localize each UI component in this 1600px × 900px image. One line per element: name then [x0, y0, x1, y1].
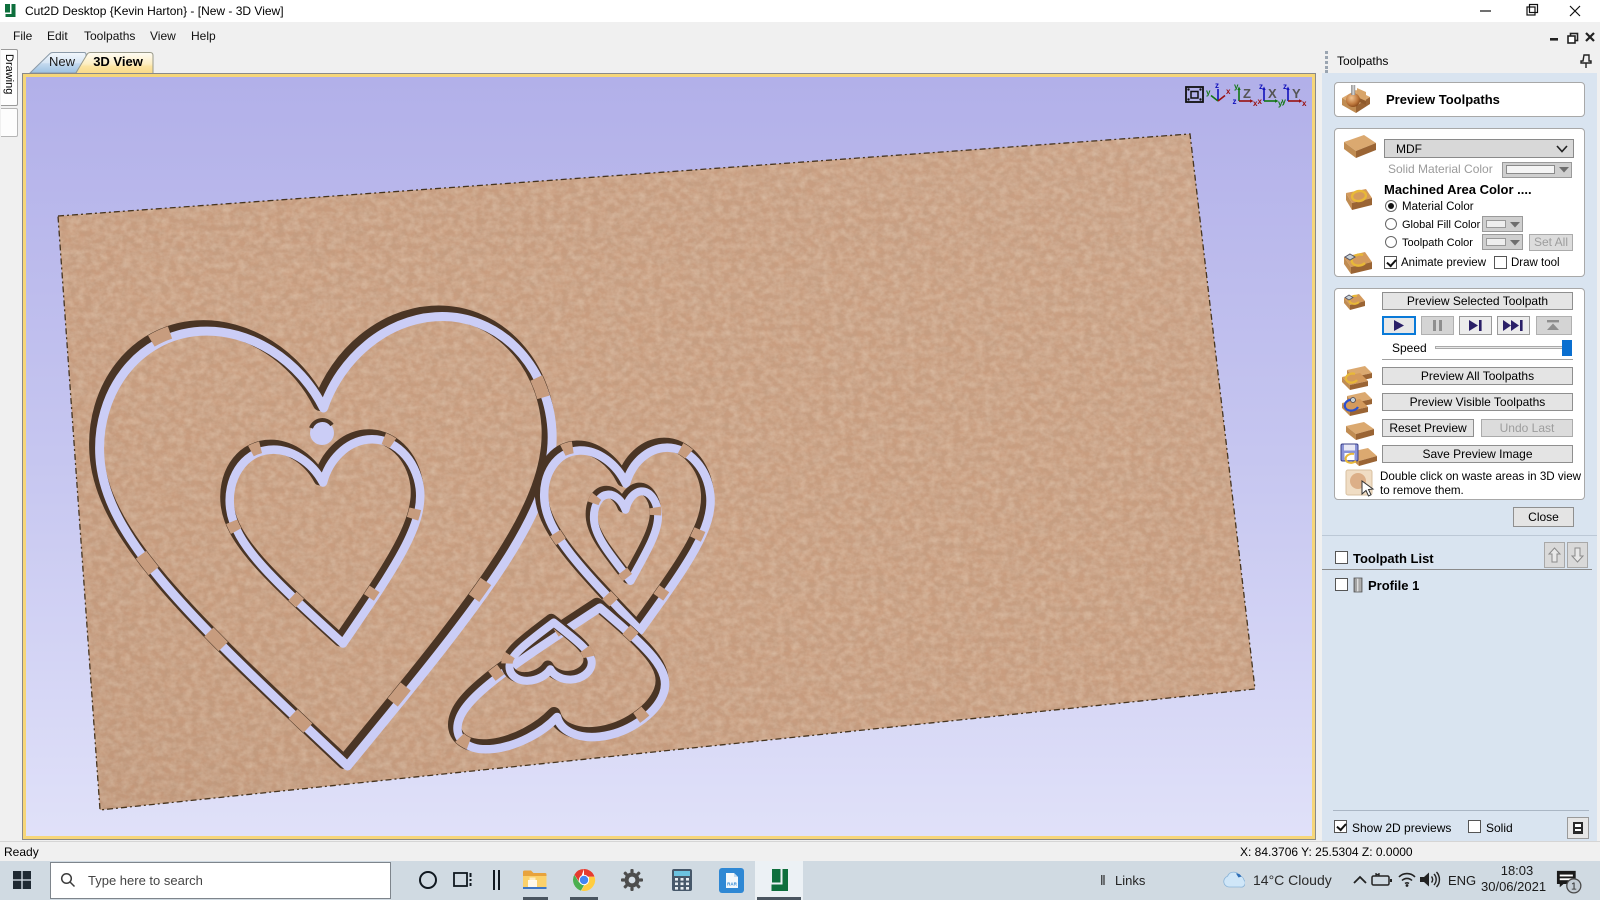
svg-text:y: y — [1282, 97, 1287, 106]
svg-text:z: z — [1215, 81, 1219, 90]
svg-text:z: z — [1233, 97, 1237, 106]
svg-text:x: x — [1226, 87, 1231, 96]
svg-text:Y: Y — [1292, 86, 1301, 101]
svg-text:New: New — [49, 54, 76, 69]
svg-text:z: z — [1283, 82, 1287, 91]
svg-text:1: 1 — [1571, 882, 1577, 893]
svg-text:y: y — [1206, 88, 1211, 97]
svg-text:y: y — [1234, 82, 1239, 91]
svg-text:x: x — [1258, 97, 1263, 106]
svg-text:X: X — [1268, 86, 1277, 101]
svg-text:RAR: RAR — [727, 882, 737, 887]
svg-text:x: x — [1302, 99, 1307, 108]
svg-text:3D View: 3D View — [93, 54, 144, 69]
svg-text:Z: Z — [1243, 86, 1251, 101]
svg-text:z: z — [1259, 82, 1263, 91]
